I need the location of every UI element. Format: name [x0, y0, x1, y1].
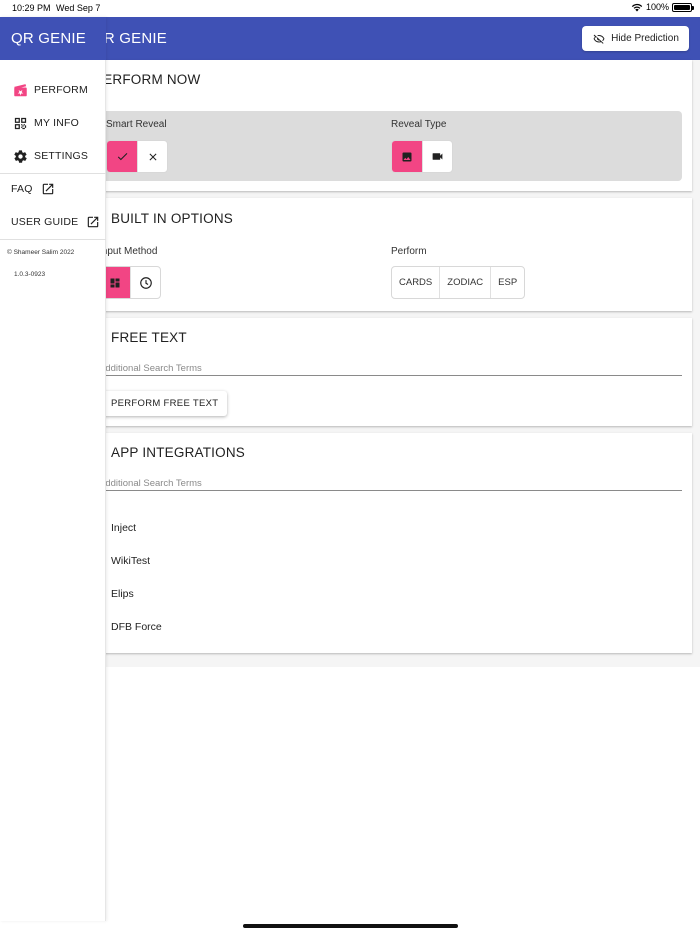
dashboard-icon	[110, 278, 120, 287]
copyright-text: © Shameer Salim 2022	[7, 249, 75, 256]
smart-reveal-label: Smart Reveal	[106, 119, 167, 130]
drawer-divider	[0, 173, 106, 174]
gear-icon	[12, 148, 28, 164]
hide-prediction-label: Hide Prediction	[611, 33, 679, 44]
wifi-icon	[631, 3, 643, 11]
integration-item[interactable]: WikiTest	[111, 555, 150, 567]
videocam-icon	[432, 153, 443, 160]
integration-item[interactable]: Elips	[111, 588, 134, 600]
perform-options-toggle: CARDS ZODIAC ESP	[391, 266, 526, 299]
status-right: 100%	[631, 2, 694, 12]
status-bar: 10:29 PM Wed Sep 7 100%	[0, 0, 700, 17]
app-integrations-search-input[interactable]: Additional Search Terms	[99, 477, 682, 491]
nav-link-user-guide-label: USER GUIDE	[11, 216, 79, 228]
external-link-icon	[88, 216, 99, 228]
perform-now-card: PERFORM NOW Smart Reveal Reveal Type	[89, 60, 692, 191]
built-in-options-title: BUILT IN OPTIONS	[111, 211, 233, 226]
reveal-image-button[interactable]	[392, 141, 422, 172]
input-clock-button[interactable]	[130, 267, 160, 298]
integration-item[interactable]: Inject	[111, 522, 136, 534]
qr-code-icon	[12, 115, 28, 131]
nav-label-settings: SETTINGS	[34, 150, 89, 162]
hide-prediction-button[interactable]: Hide Prediction	[582, 26, 689, 51]
integration-item[interactable]: DFB Force	[111, 621, 162, 633]
smart-reveal-on-button[interactable]	[107, 141, 137, 172]
perform-esp-button[interactable]: ESP	[490, 267, 524, 298]
version-text: 1.0.3-0923	[14, 271, 46, 278]
battery-percent: 100%	[645, 2, 669, 12]
perform-cards-button[interactable]: CARDS	[392, 267, 439, 298]
battery-icon	[672, 2, 694, 12]
built-in-options-card: BUILT IN OPTIONS Input Method Perform CA…	[89, 198, 692, 311]
drawer-header: QR GENIE	[0, 17, 106, 60]
nav-item-perform[interactable]: PERFORM	[0, 75, 106, 105]
perform-zodiac-button[interactable]: ZODIAC	[439, 267, 490, 298]
external-link-icon	[42, 183, 53, 195]
nav-item-my-info[interactable]: MY INFO	[0, 108, 106, 138]
nav-link-faq-label: FAQ	[11, 183, 33, 195]
reveal-type-label: Reveal Type	[391, 119, 447, 130]
app-integrations-card: APP INTEGRATIONS Additional Search Terms…	[89, 433, 692, 653]
status-date: Wed Sep 7	[56, 3, 101, 13]
perform-now-title: PERFORM NOW	[94, 72, 201, 87]
nav-label-my-info: MY INFO	[34, 117, 79, 129]
free-text-search-input[interactable]: Additional Search Terms	[99, 362, 682, 376]
perform-options-label: Perform	[391, 246, 427, 257]
perform-free-text-button[interactable]: PERFORM FREE TEXT	[102, 391, 228, 416]
eye-off-icon	[593, 34, 605, 44]
input-method-toggle	[99, 266, 161, 299]
clock-icon	[139, 276, 152, 289]
image-icon	[402, 152, 412, 161]
close-icon	[149, 153, 156, 160]
input-method-label: Input Method	[99, 246, 158, 257]
nav-link-user-guide[interactable]: USER GUIDE	[11, 215, 100, 229]
status-time: 10:29 PM	[12, 3, 51, 13]
nav-label-perform: PERFORM	[34, 84, 88, 96]
smart-reveal-off-button[interactable]	[137, 141, 167, 172]
reveal-video-button[interactable]	[422, 141, 452, 172]
perform-now-panel: Smart Reveal Reveal Type	[94, 111, 682, 181]
navigation-drawer: QR GENIE PERFORM MY INFO SETTINGS FAQ US…	[0, 17, 106, 921]
check-icon	[117, 153, 127, 161]
clapperboard-icon	[12, 82, 28, 98]
nav-item-settings[interactable]: SETTINGS	[0, 141, 106, 171]
drawer-divider	[0, 239, 106, 240]
app-integrations-title: APP INTEGRATIONS	[111, 445, 245, 460]
nav-link-faq[interactable]: FAQ	[11, 182, 55, 196]
smart-reveal-toggle	[106, 140, 168, 173]
free-text-card: FREE TEXT Additional Search Terms PERFOR…	[89, 318, 692, 426]
drawer-title: QR GENIE	[11, 30, 86, 47]
home-indicator[interactable]	[243, 924, 458, 928]
free-text-title: FREE TEXT	[111, 330, 187, 345]
reveal-type-toggle	[391, 140, 453, 173]
